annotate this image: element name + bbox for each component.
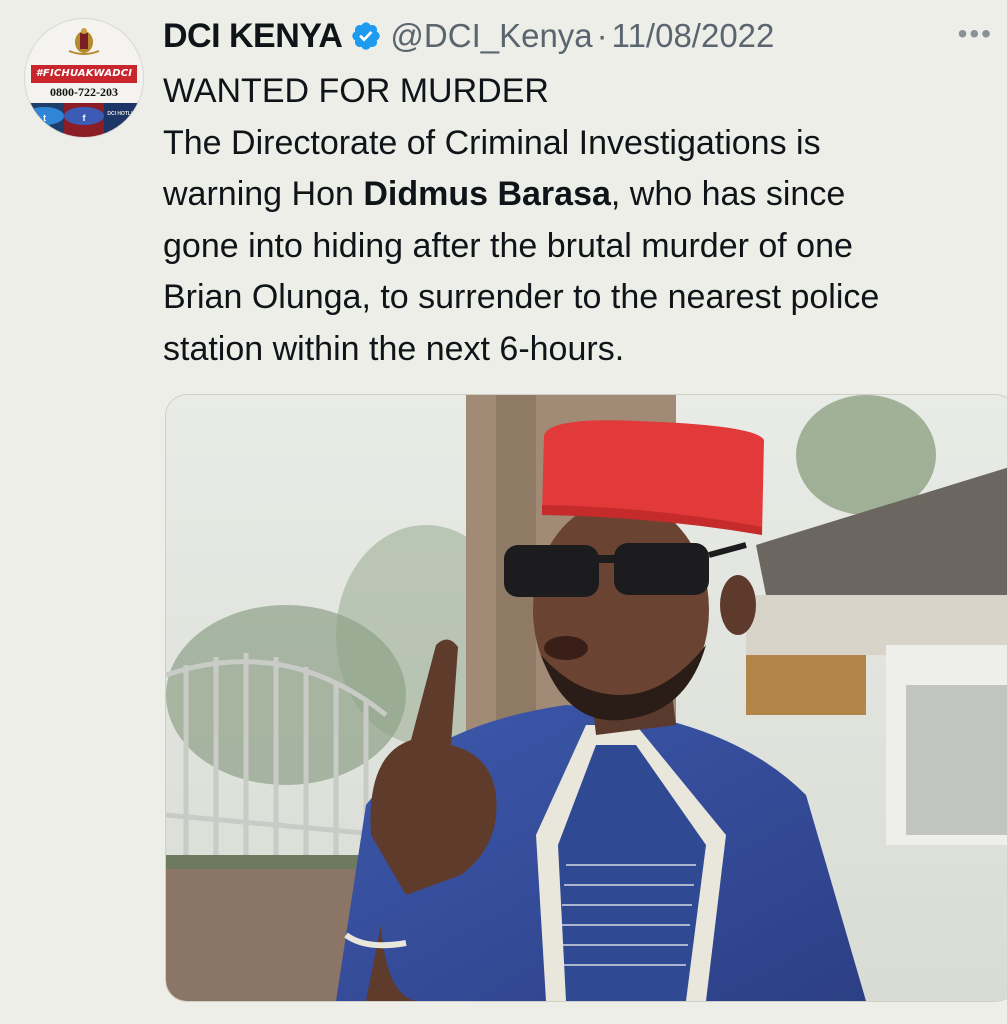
tweet-header: DCI KENYA @DCI_Kenya · 11/08/2022 ••• — [163, 12, 993, 60]
tweet-body: WANTED FOR MURDER The Directorate of Cri… — [163, 66, 1007, 375]
tweet-line: The Directorate of Criminal Investigatio… — [163, 123, 821, 162]
photo-illustration — [166, 395, 1007, 1001]
header-separator: · — [596, 17, 608, 54]
verified-badge-icon — [352, 22, 381, 50]
avatar-social-strip: t f DCI HOTLINE — [25, 103, 143, 137]
tweet-line: warning Hon Didmus Barasa, who has since — [163, 169, 1007, 221]
avatar-mini-label: DCI HOTLINE — [107, 111, 140, 117]
profile-avatar[interactable]: #FICHUAKWADCI 0800-722-203 t f DCI HOTLI… — [24, 18, 144, 138]
tweet-line: gone into hiding after the brutal murder… — [163, 226, 853, 265]
avatar-hashtag: #FICHUAKWADCI — [31, 65, 137, 83]
tweet-photo[interactable] — [165, 394, 1007, 1002]
avatar-phone: 0800-722-203 — [50, 85, 118, 99]
tweet-bold-name: Didmus Barasa — [363, 175, 611, 213]
facebook-icon: f — [64, 107, 104, 125]
tweet-line: WANTED FOR MURDER — [163, 72, 549, 110]
account-handle[interactable]: @DCI_Kenya — [390, 17, 592, 55]
tweet-line: Brian Olunga, to surrender to the neares… — [163, 278, 880, 316]
more-options-icon[interactable]: ••• — [958, 18, 993, 50]
tweet-line: station within the next 6-hours. — [163, 329, 625, 368]
tweet-text-segment: warning Hon — [163, 175, 364, 213]
tweet-date[interactable]: 11/08/2022 — [612, 17, 775, 55]
twitter-icon: t — [25, 107, 65, 125]
tweet-text-segment: , who has since — [610, 175, 846, 213]
display-name[interactable]: DCI KENYA — [163, 17, 343, 56]
coat-of-arms-icon — [68, 28, 100, 55]
